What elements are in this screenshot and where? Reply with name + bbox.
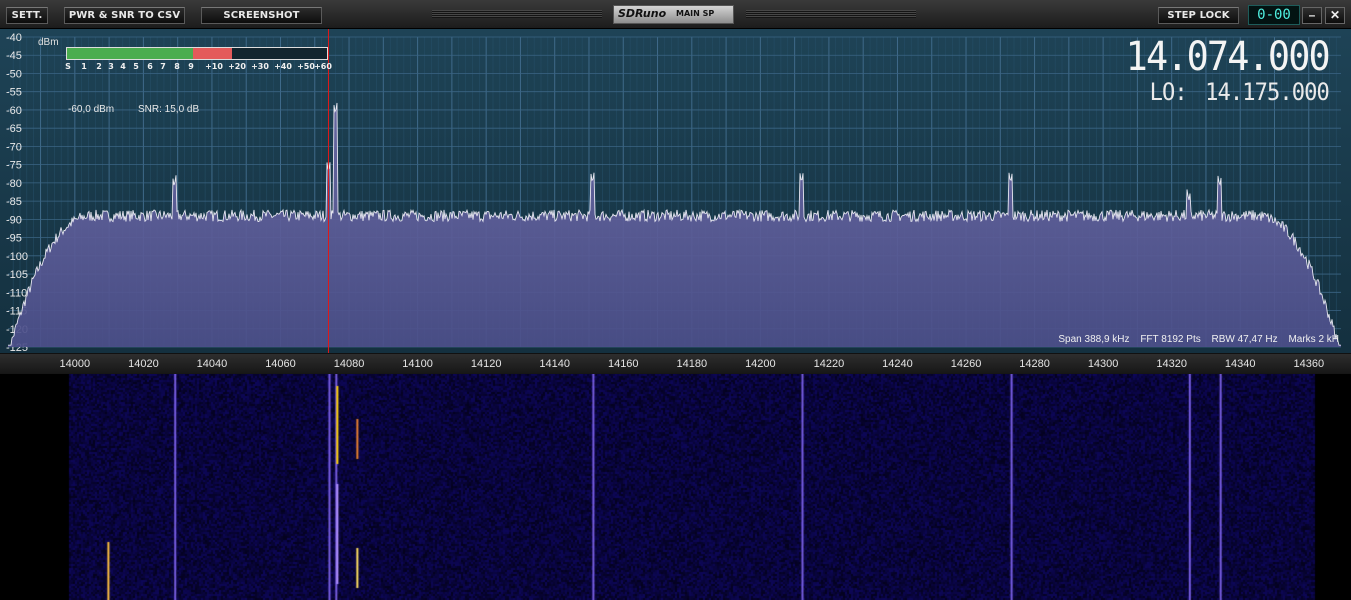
- x-tick-label: 14040: [196, 358, 228, 370]
- waterfall-canvas[interactable]: [0, 374, 1351, 600]
- x-tick-label: 14060: [265, 358, 296, 370]
- x-tick-label: 14020: [128, 358, 159, 370]
- meter-scale-label: +40: [274, 62, 292, 71]
- x-tick-label: 14180: [676, 358, 708, 370]
- x-tick-label: 14140: [539, 358, 570, 370]
- meter-scale-label: 4: [120, 62, 126, 71]
- logo-brand: SDRuno: [618, 7, 667, 20]
- s-meter-scale: S 1 2 3 4 5 6 7 8 9 +10 +20 +30 +40 +50 +60: [62, 62, 336, 74]
- spectrum-status: Span 388,9 kHz FFT 8192 Pts RBW 47,47 Hz…: [1050, 334, 1339, 345]
- snr-readout: SNR: 15,0 dB: [138, 104, 200, 115]
- meter-scale-label: 6: [147, 62, 153, 71]
- x-tick-label: 14300: [1087, 358, 1119, 370]
- x-tick-label: 14280: [1019, 358, 1050, 370]
- y-tick-label: -110: [6, 287, 27, 299]
- y-tick-label: -70: [6, 141, 22, 153]
- y-tick-label: -85: [6, 196, 22, 208]
- x-tick-label: 14260: [950, 358, 982, 370]
- frequency-axis[interactable]: 14000 14020 14040 14060 14080 14100 14120 14140…: [0, 353, 1351, 375]
- marks-status: Marks 2 kH: [1288, 334, 1339, 345]
- lo-frequency[interactable]: 14.175.000: [1205, 79, 1330, 105]
- x-tick-label: 14320: [1156, 358, 1187, 370]
- s-meter-over-s9: [193, 48, 233, 59]
- export-csv-button[interactable]: PWR & SNR TO CSV: [64, 7, 185, 24]
- lo-readout[interactable]: LO: 14.175.000: [1149, 78, 1330, 106]
- x-tick-label: 14080: [333, 358, 365, 370]
- meter-scale-label: 5: [133, 62, 139, 71]
- fft-status: FFT 8192 Pts: [1140, 334, 1201, 345]
- step-lock-button[interactable]: STEP LOCK: [1158, 7, 1239, 24]
- y-tick-label: -55: [6, 87, 22, 99]
- app-logo: SDRuno MAIN SP: [613, 5, 734, 24]
- y-tick-label: -45: [6, 50, 22, 62]
- y-tick-label: -50: [6, 68, 22, 80]
- x-tick-label: 14160: [607, 358, 639, 370]
- settings-button[interactable]: SETT.: [6, 7, 48, 24]
- meter-scale-label: 1: [81, 62, 87, 71]
- x-tick-label: 14100: [402, 358, 433, 370]
- y-tick-label: -60: [6, 105, 22, 117]
- x-tick-label: 14340: [1224, 358, 1256, 370]
- drag-grip-left[interactable]: [432, 10, 602, 18]
- x-tick-label: 14200: [745, 358, 776, 370]
- meter-scale-label: +60: [314, 62, 332, 71]
- meter-unit-label: dBm: [38, 37, 59, 48]
- y-tick-label: -105: [6, 269, 28, 281]
- spectrum-display[interactable]: -40 -45 -50 -55 -60 -65 -70 -75 -80 -85 -90 -95 -100…: [0, 29, 1351, 353]
- x-tick-label: 14000: [59, 358, 91, 370]
- meter-scale-label: 2: [96, 62, 102, 71]
- meter-scale-label: +30: [251, 62, 269, 71]
- waterfall-display[interactable]: [0, 374, 1351, 600]
- x-tick-label: 14240: [882, 358, 913, 370]
- window-label: MAIN SP: [676, 9, 715, 18]
- meter-scale-label: +10: [205, 62, 223, 71]
- vfo-frequency[interactable]: 14.074.000: [1126, 37, 1331, 77]
- s-meter-level: [67, 48, 194, 59]
- title-bar: SETT. PWR & SNR TO CSV SCREENSHOT SDRuno…: [0, 0, 1351, 29]
- y-tick-label: -80: [6, 178, 22, 190]
- meter-scale-label: 3: [108, 62, 114, 71]
- power-readout: -60,0 dBm: [68, 104, 115, 115]
- y-tick-label: -100: [6, 251, 28, 263]
- span-status: Span 388,9 kHz: [1058, 334, 1130, 345]
- meter-scale-label: 8: [174, 62, 180, 71]
- x-tick-label: 14120: [470, 358, 502, 370]
- x-tick-label: 14220: [813, 358, 845, 370]
- meter-scale-label: 7: [160, 62, 166, 71]
- screenshot-button[interactable]: SCREENSHOT: [201, 7, 322, 24]
- y-tick-label: -95: [6, 233, 22, 245]
- meter-scale-label: +20: [228, 62, 246, 71]
- meter-scale-label: 9: [188, 62, 194, 71]
- lo-label: LO:: [1149, 78, 1188, 106]
- s-meter-bar: [66, 47, 328, 60]
- close-button[interactable]: ✕: [1325, 7, 1345, 24]
- minimize-button[interactable]: –: [1302, 7, 1322, 24]
- y-tick-label: -65: [6, 123, 22, 135]
- y-tick-label: -40: [6, 32, 22, 44]
- drag-grip-right[interactable]: [746, 10, 916, 18]
- rbw-status: RBW 47,47 Hz: [1211, 334, 1278, 345]
- y-tick-label: -75: [6, 160, 22, 172]
- meter-scale-label: +50: [297, 62, 315, 71]
- clock-display: 0-00: [1248, 5, 1300, 25]
- y-tick-label: -90: [6, 214, 22, 226]
- meter-scale-label: S: [65, 62, 71, 71]
- x-tick-label: 14360: [1293, 358, 1325, 370]
